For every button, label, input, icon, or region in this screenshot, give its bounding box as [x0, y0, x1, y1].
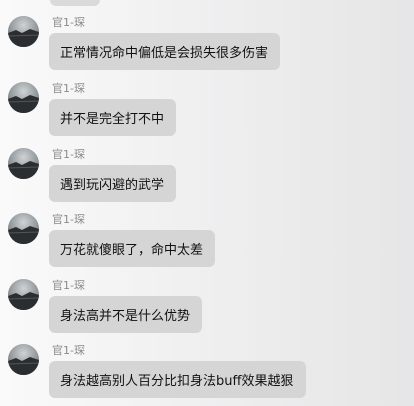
chat-message: 官1-琛 身法高并不是什么优势 — [0, 279, 414, 339]
message-bubble[interactable]: 遇到玩闪避的武学 — [49, 165, 176, 202]
sender-name[interactable]: 官1-琛 — [52, 344, 85, 358]
sender-name[interactable]: 官1-琛 — [52, 82, 85, 96]
message-bubble[interactable]: 并不是完全打不中 — [49, 99, 176, 136]
sender-name[interactable]: 官1-琛 — [52, 213, 85, 227]
chat-message: 官1-琛 并不是完全打不中 — [0, 82, 414, 142]
sender-avatar[interactable] — [8, 82, 39, 113]
chat-message: 官1-琛 遇到玩闪避的武学 — [0, 148, 414, 208]
sender-avatar[interactable] — [8, 213, 39, 244]
message-bubble[interactable]: 身法高并不是什么优势 — [49, 296, 202, 333]
sender-name[interactable]: 官1-琛 — [52, 16, 85, 30]
sender-avatar[interactable] — [8, 279, 39, 310]
message-bubble[interactable]: 身法越高别人百分比扣身法buff效果越狠 — [49, 361, 306, 398]
previous-message-bubble-edge — [50, 0, 100, 6]
message-bubble[interactable]: 正常情况命中偏低是会损失很多伤害 — [49, 33, 280, 70]
sender-avatar[interactable] — [8, 16, 39, 47]
chat-message: 官1-琛 身法越高别人百分比扣身法buff效果越狠 — [0, 344, 414, 404]
chat-message-list[interactable]: 官1-琛 正常情况命中偏低是会损失很多伤害 官1-琛 并不是完全打不中 官1-琛… — [0, 0, 414, 406]
sender-avatar[interactable] — [8, 344, 39, 375]
chat-message: 官1-琛 万花就傻眼了，命中太差 — [0, 213, 414, 273]
sender-avatar[interactable] — [8, 148, 39, 179]
chat-message: 官1-琛 正常情况命中偏低是会损失很多伤害 — [0, 16, 414, 76]
sender-name[interactable]: 官1-琛 — [52, 279, 85, 293]
sender-name[interactable]: 官1-琛 — [52, 148, 85, 162]
message-bubble[interactable]: 万花就傻眼了，命中太差 — [49, 230, 215, 267]
